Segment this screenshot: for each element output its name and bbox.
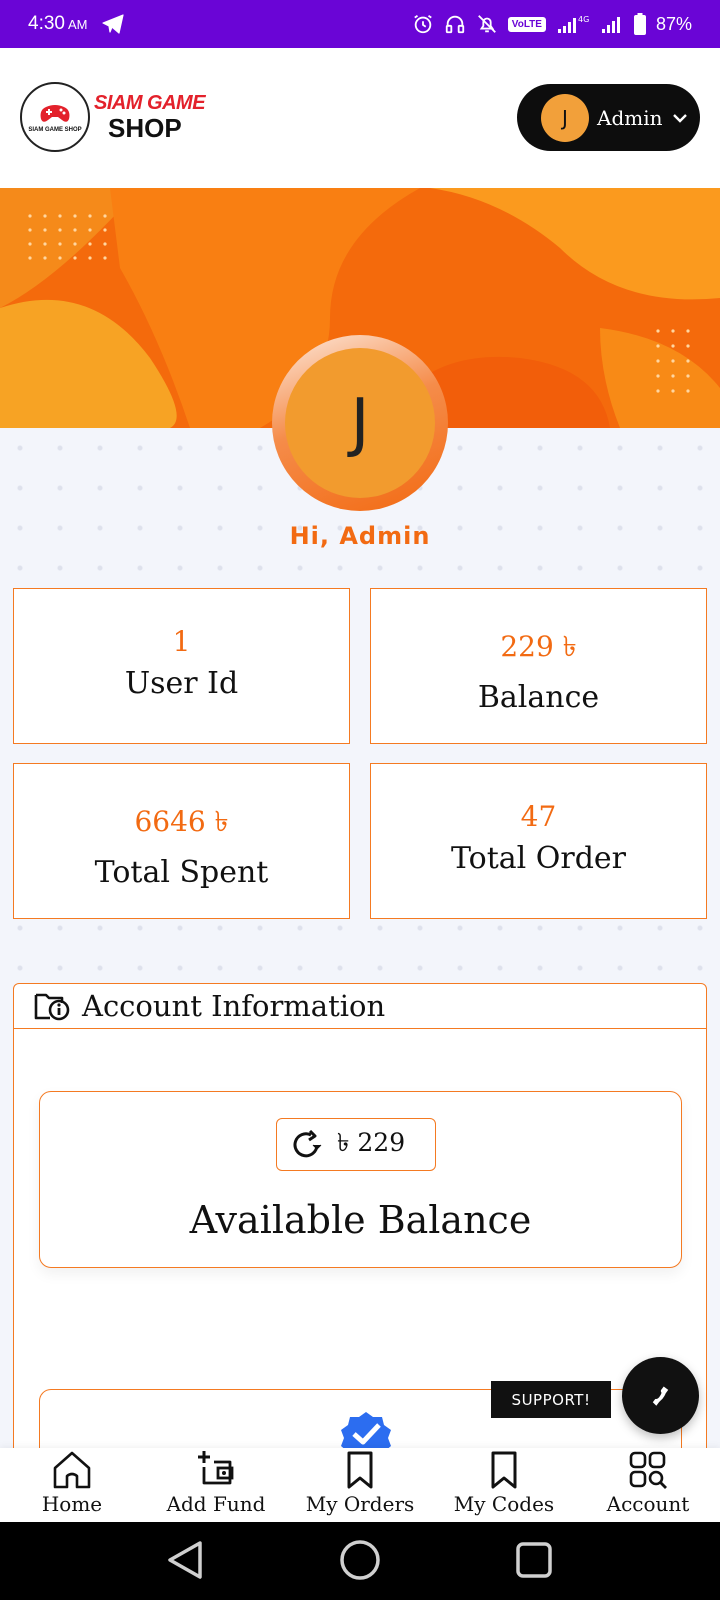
mute-bell-icon [477,15,496,33]
system-navigation-bar [0,1522,720,1600]
header-avatar: J [541,93,589,142]
user-menu-button[interactable]: J Admin [517,84,700,151]
bookmark-icon [491,1451,517,1489]
stat-card-user-id: 1 User Id [13,588,350,744]
bottom-navigation: Home Add Fund My Orders My Codes Account [0,1448,720,1522]
app-header: SIAM GAME SHOP SIAM GAME SHOP J Admin [0,48,720,188]
logo-mini-text: SIAM GAME SHOP [28,127,82,133]
nav-label: Home [41,1492,103,1516]
support-label[interactable]: SUPPORT! [491,1381,611,1418]
header-user-name: Admin [597,105,663,130]
nav-label: My Codes [453,1492,555,1516]
account-information-header: Account Information [14,984,706,1029]
stat-value: 47 [520,800,557,833]
signal-icon-2 [601,17,620,33]
phone-icon [652,1386,668,1406]
telegram-icon [102,14,125,34]
stat-label: Total Spent [94,855,269,890]
nav-label: Add Fund [166,1492,266,1516]
greeting: Hi, Admin [289,522,431,550]
stat-card-total-order: 47 Total Order [370,763,707,919]
status-icons: VoLTE 4G 87% [412,13,692,35]
stat-card-total-spent: 6646 ৳ Total Spent [13,763,350,919]
account-grid-icon [629,1451,667,1489]
balance-amount: ৳ 229 [337,1128,406,1157]
available-balance-card: ৳ 229 Available Balance [39,1091,682,1268]
profile-avatar: J [272,335,448,511]
call-support-button[interactable] [622,1357,699,1434]
logo-line-1: SIAM GAME [94,92,206,114]
nav-my-orders[interactable]: My Orders [288,1448,432,1522]
stat-value: 1 [172,625,191,658]
verified-badge-icon [341,1412,391,1452]
stat-label: User Id [124,666,239,701]
nav-my-codes[interactable]: My Codes [432,1448,576,1522]
bookmark-icon [347,1451,373,1489]
stat-value: 229 ৳ [500,630,577,663]
system-nav-buttons [168,1540,552,1580]
nav-label: My Orders [305,1492,415,1516]
balance-refresh-button[interactable]: ৳ 229 [276,1118,436,1171]
battery-icon [633,13,646,35]
account-information-card: Account Information ৳ 229 Available Bala… [13,983,707,1529]
signal-icon: 4G [557,15,589,33]
stat-label: Total Order [450,841,627,876]
available-balance-label: Available Balance [189,1198,532,1242]
add-fund-icon [198,1451,234,1485]
alarm-icon [414,14,432,34]
site-logo[interactable]: SIAM GAME SHOP SIAM GAME SHOP [20,82,206,152]
headphones-icon [445,15,464,34]
home-circle-icon[interactable] [340,1540,380,1580]
logo-badge: SIAM GAME SHOP [20,82,90,152]
status-time: 4:30 AM [28,13,88,34]
logo-line-2: SHOP [108,113,182,143]
account-information-title: Account Information [82,989,386,1023]
back-icon[interactable] [168,1541,202,1579]
chevron-down-icon [672,113,687,123]
profile-initial: J [285,348,435,498]
refresh-icon [293,1129,322,1157]
nav-home[interactable]: Home [0,1448,144,1522]
battery-percent: 87% [655,13,692,34]
recents-icon[interactable] [516,1542,552,1578]
svg-text:4G: 4G [578,15,589,24]
folder-info-icon [34,993,70,1021]
stat-card-balance: 229 ৳ Balance [370,588,707,744]
gamepad-icon [40,105,70,122]
logo-wordmark: SIAM GAME SHOP [94,92,206,143]
stat-label: Balance [477,680,600,715]
nav-label: Account [606,1492,690,1516]
volte-badge: VoLTE [507,16,546,32]
status-bar: 4:30 AM VoLTE 4G 87% [0,0,720,48]
nav-add-fund[interactable]: Add Fund [144,1448,288,1522]
nav-account[interactable]: Account [576,1448,720,1522]
stat-value: 6646 ৳ [134,805,229,838]
home-icon [53,1451,91,1489]
